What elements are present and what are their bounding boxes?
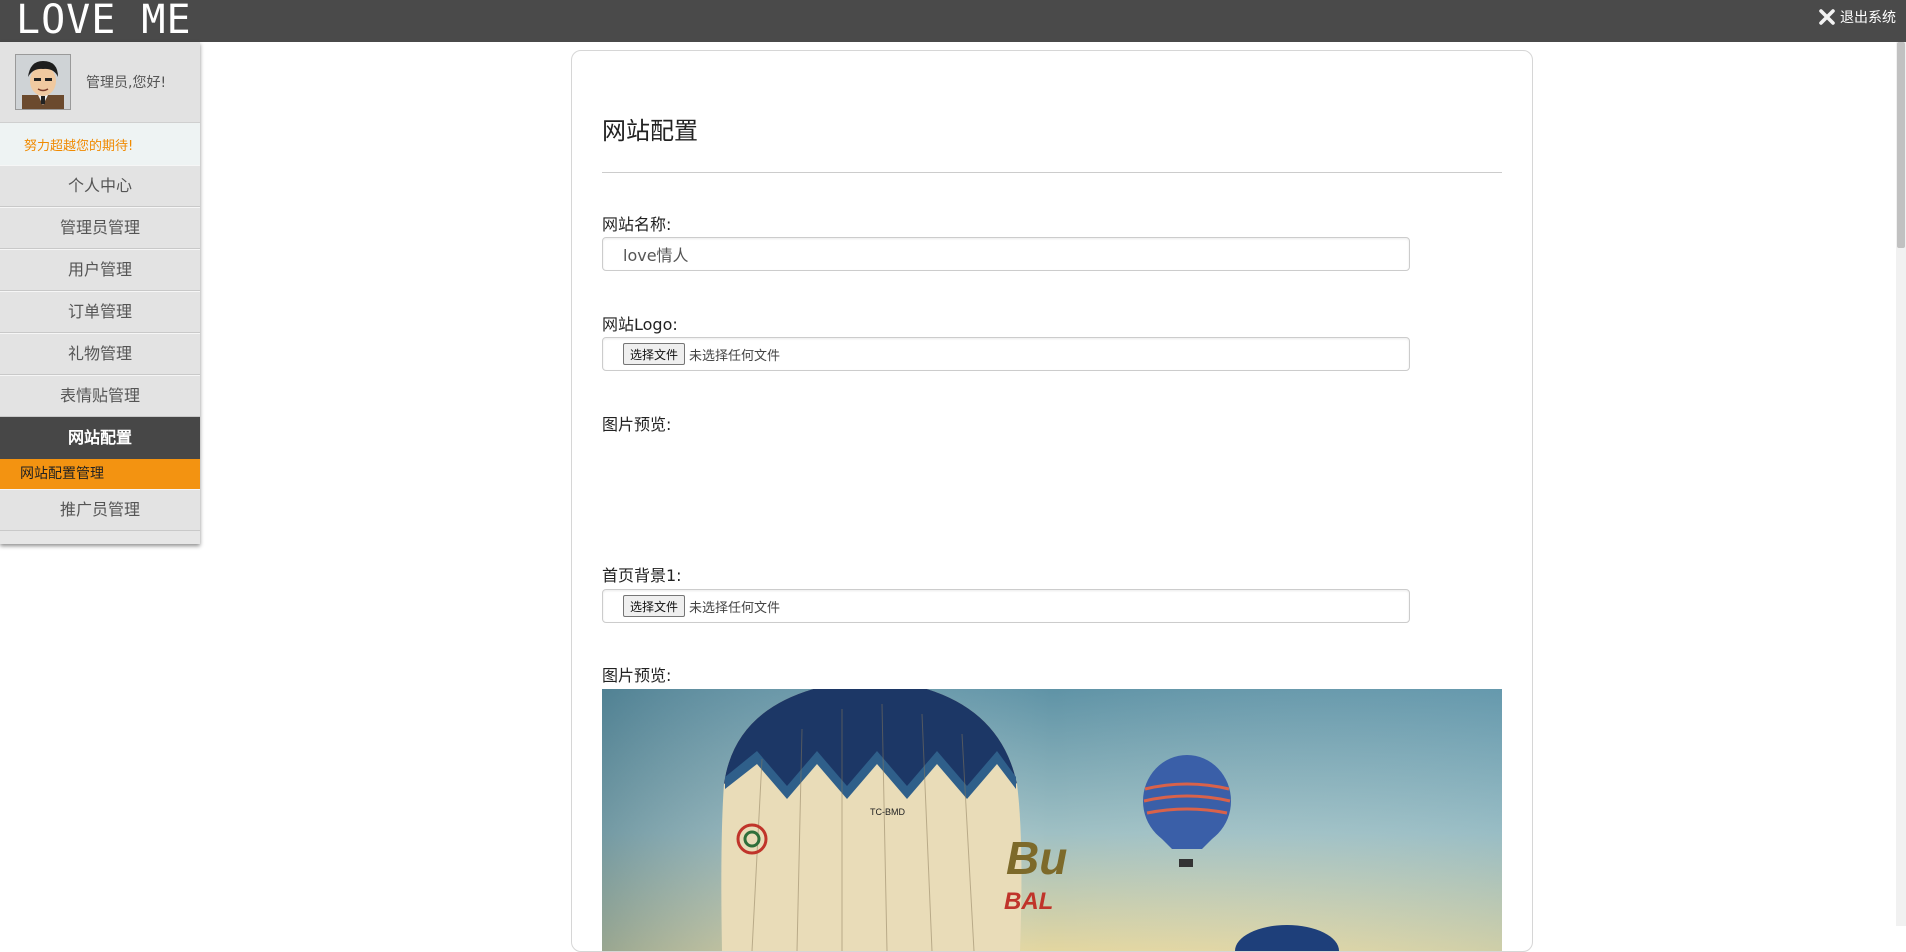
home-bg1-preview-label: 图片预览: xyxy=(602,666,672,685)
sidebar-item-gift-management[interactable]: 礼物管理 xyxy=(0,333,200,375)
top-bar: LOVE ME 退出系统 xyxy=(0,0,1906,42)
site-logo-file-status: 未选择任何文件 xyxy=(689,348,781,364)
page-title: 网站配置 xyxy=(602,117,698,145)
home-bg1-preview-image: TC-BMD Bu BAL xyxy=(602,689,1502,951)
greeting-text: 管理员,您好! xyxy=(86,75,167,91)
sidebar-item-sticker-management[interactable]: 表情贴管理 xyxy=(0,375,200,417)
svg-text:TC-BMD: TC-BMD xyxy=(870,807,905,817)
site-logo-label: 网站Logo: xyxy=(602,315,678,334)
sidebar-item-user-management[interactable]: 用户管理 xyxy=(0,249,200,291)
sidebar-item-order-management[interactable]: 订单管理 xyxy=(0,291,200,333)
sidebar-item-admin-management[interactable]: 管理员管理 xyxy=(0,207,200,249)
home-bg1-label: 首页背景1: xyxy=(602,566,682,585)
scrollbar-thumb[interactable] xyxy=(1897,42,1905,248)
avatar xyxy=(15,54,71,110)
user-profile: 管理员,您好! xyxy=(0,42,200,123)
logout-label: 退出系统 xyxy=(1840,10,1896,26)
site-logo-preview-label: 图片预览: xyxy=(602,415,672,434)
svg-text:BAL: BAL xyxy=(1004,888,1053,915)
svg-text:Bu: Bu xyxy=(1006,832,1067,884)
logout-button[interactable]: 退出系统 xyxy=(1818,0,1896,34)
site-logo-choose-file-button[interactable]: 选择文件 xyxy=(623,343,686,365)
slogan-text: 努力超越您的期待! xyxy=(0,123,200,165)
home-bg1-choose-file-button[interactable]: 选择文件 xyxy=(623,595,686,617)
site-logo-file-input[interactable]: 选择文件 未选择任何文件 xyxy=(602,337,1410,371)
brand-logo: LOVE ME xyxy=(16,0,192,43)
page-scrollbar[interactable] xyxy=(1896,42,1906,926)
sidebar-subitem-site-config-management[interactable]: 网站配置管理 xyxy=(0,459,200,489)
site-name-label: 网站名称: xyxy=(602,215,672,234)
sidebar: 管理员,您好! 努力超越您的期待! 个人中心 管理员管理 用户管理 订单管理 礼… xyxy=(0,42,200,544)
close-icon xyxy=(1818,8,1836,26)
site-name-input[interactable] xyxy=(602,237,1410,271)
sidebar-item-site-config[interactable]: 网站配置 xyxy=(0,417,200,459)
title-divider xyxy=(602,172,1502,173)
site-config-panel: 网站配置 网站名称: 网站Logo: 选择文件 未选择任何文件 图片预览: 首页… xyxy=(571,50,1533,952)
home-bg1-file-status: 未选择任何文件 xyxy=(689,600,781,616)
home-bg1-file-input[interactable]: 选择文件 未选择任何文件 xyxy=(602,589,1410,623)
sidebar-item-promoter-management[interactable]: 推广员管理 xyxy=(0,489,200,531)
sidebar-item-personal-center[interactable]: 个人中心 xyxy=(0,165,200,207)
